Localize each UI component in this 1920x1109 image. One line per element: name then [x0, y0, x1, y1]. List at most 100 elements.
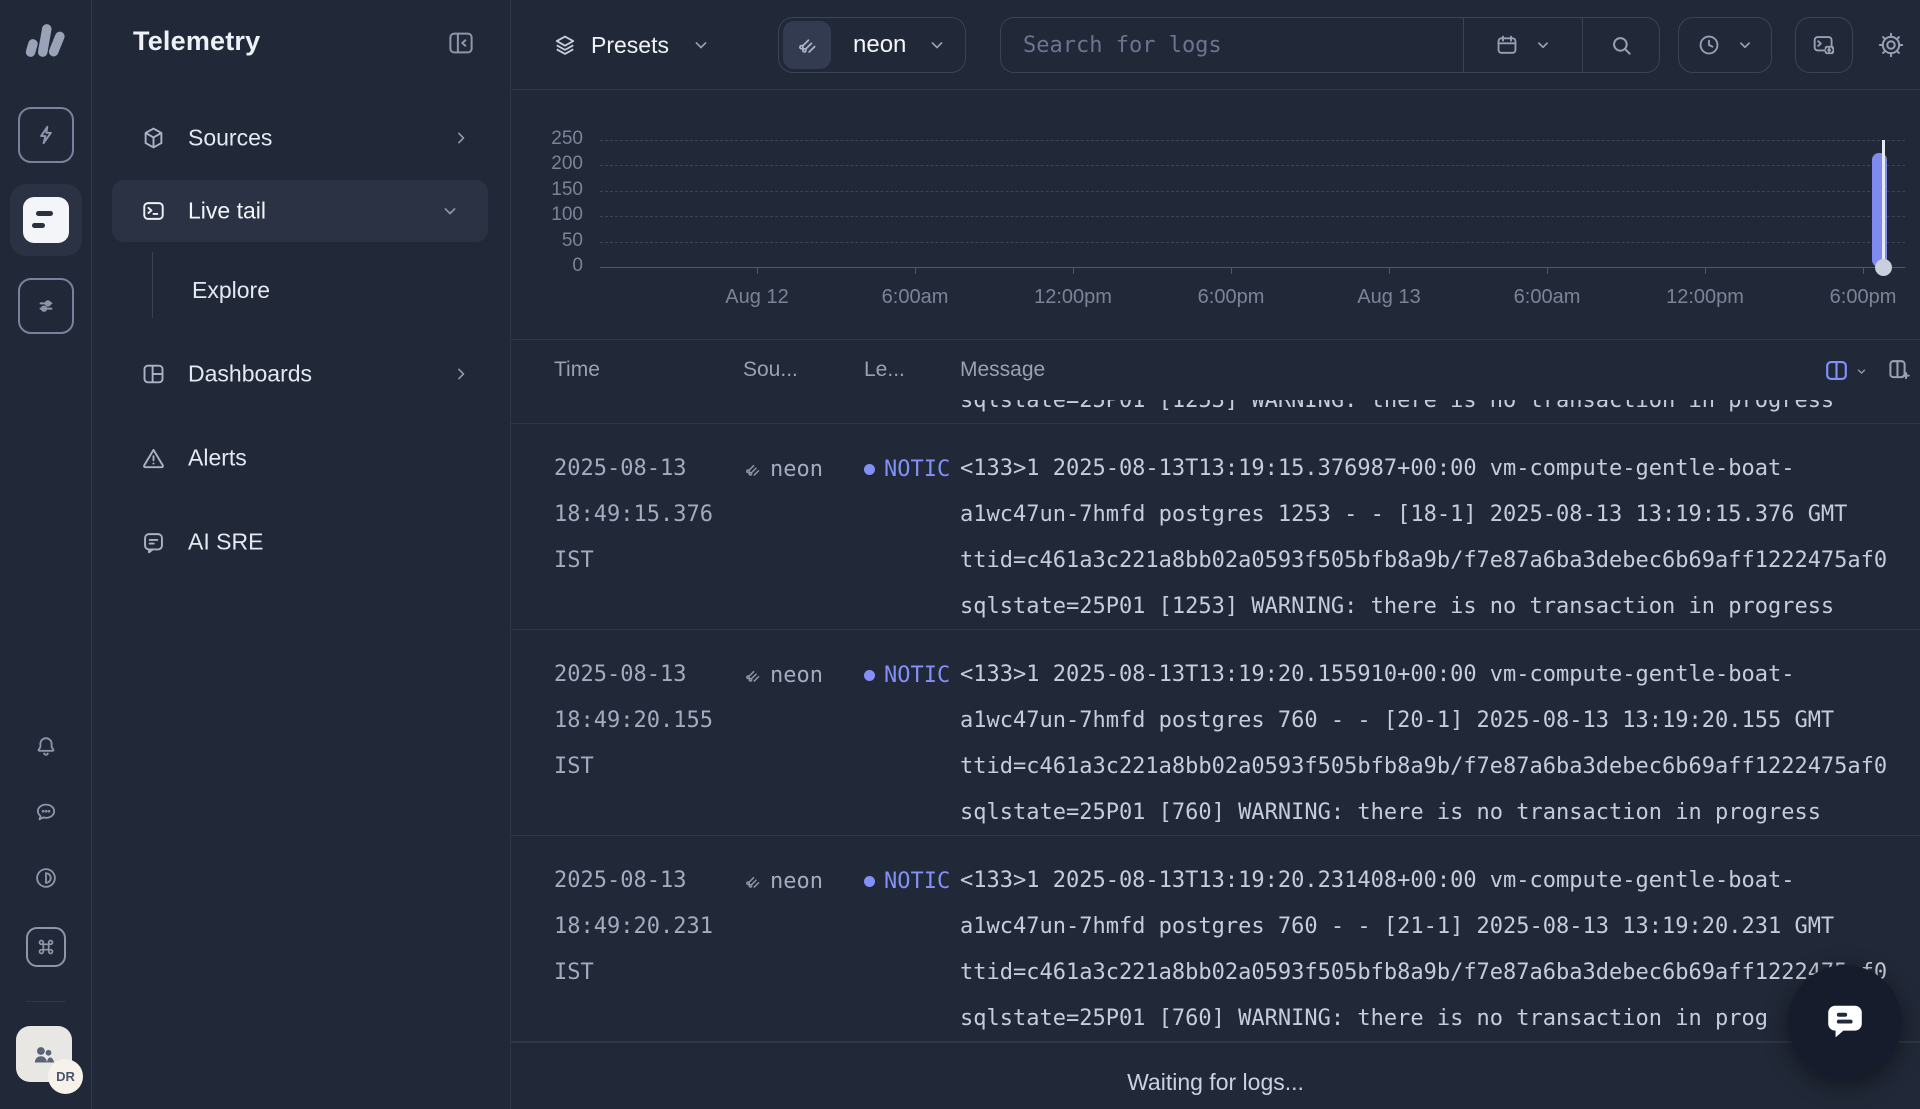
log-message-cell: <133>1 2025-08-13T13:19:20.155910+00:00 …	[960, 652, 1920, 836]
sidebar-item-alerts[interactable]: Alerts	[92, 428, 511, 488]
log-table-header: Time Sou... Le... Message	[511, 340, 1920, 400]
log-row[interactable]: 2025-08-13 18:49:20.155 IST neon NOTIC <…	[511, 630, 1920, 836]
x-axis-tick	[757, 267, 758, 274]
sidebar-item-sources[interactable]: Sources	[92, 108, 511, 168]
main-content: Presets neon	[511, 0, 1920, 1109]
message-lines-icon	[140, 529, 167, 556]
add-column-icon[interactable]	[1885, 356, 1912, 383]
contrast-icon[interactable]	[33, 865, 59, 891]
x-axis-tick	[1863, 267, 1864, 274]
log-time-zone: IST	[554, 950, 740, 996]
log-row-clipped[interactable]: sqlstate=25P01 [1253] WARNING: there is …	[511, 400, 1920, 424]
log-message-line: sqlstate=25P01 [760] WARNING: there is n…	[960, 790, 1920, 836]
query-mode-button[interactable]	[1795, 17, 1853, 73]
help-chat-button[interactable]	[1788, 965, 1902, 1079]
search-input[interactable]	[1001, 18, 1463, 72]
log-level-label: NOTIC	[884, 457, 950, 482]
y-axis-tick-label: 100	[511, 204, 583, 226]
log-level-cell: NOTIC	[864, 652, 950, 698]
log-level-label: NOTIC	[884, 869, 950, 894]
log-source-cell: neon	[743, 858, 823, 904]
log-source-name: neon	[770, 663, 823, 688]
avatar-initials-badge[interactable]: DR	[48, 1059, 83, 1094]
date-range-button[interactable]	[1464, 18, 1582, 72]
lightning-icon	[33, 122, 59, 148]
log-time-cell: 2025-08-13 18:49:20.155 IST	[554, 652, 740, 790]
logs-pile-icon	[743, 666, 762, 685]
x-axis-tick	[915, 267, 916, 274]
log-table-body: 2025-08-13 18:49:15.376 IST neon NOTIC <…	[511, 424, 1920, 1042]
sidebar-item-ai-sre[interactable]: AI SRE	[92, 512, 511, 572]
live-scrubber-handle[interactable]	[1875, 259, 1892, 276]
time-range-button[interactable]	[1678, 17, 1772, 73]
source-filter-dropdown[interactable]: neon	[778, 17, 966, 73]
rail-quick-actions-button[interactable]	[18, 107, 74, 163]
sidebar-item-explore[interactable]: Explore	[192, 262, 270, 318]
column-header-level: Le...	[864, 340, 905, 400]
logs-pile-icon	[795, 33, 819, 57]
subnav-guide-line	[152, 252, 153, 318]
sidebar-item-dashboards[interactable]: Dashboards	[92, 344, 511, 404]
chevron-down-icon	[927, 35, 947, 55]
collapse-sidebar-icon[interactable]	[446, 28, 476, 58]
chevron-right-icon	[451, 364, 471, 384]
log-time-clock: 18:49:20.155	[554, 698, 740, 744]
x-axis-tick-label: 6:00am	[855, 286, 975, 309]
x-axis-tick-label: Aug 12	[697, 286, 817, 309]
log-message-clipped: sqlstate=25P01 [1253] WARNING: there is …	[960, 400, 1834, 424]
presets-dropdown[interactable]: Presets	[552, 0, 711, 90]
y-axis-tick-label: 250	[511, 128, 583, 150]
waiting-status: Waiting for logs...	[511, 1042, 1920, 1109]
log-message-line: ttid=c461a3c221a8bb02a0593f505bfb8a9b/f7…	[960, 950, 1920, 996]
cube-icon	[140, 125, 167, 152]
chat-dots-icon[interactable]	[33, 799, 59, 825]
alert-triangle-icon	[140, 445, 167, 472]
chat-bubble-icon	[1819, 996, 1871, 1048]
log-message-line: a1wc47un-7hmfd postgres 760 - - [20-1] 2…	[960, 698, 1920, 744]
topbar: Presets neon	[511, 0, 1920, 90]
sidebar-item-live-tail-active[interactable]: Live tail	[112, 180, 488, 242]
chevron-down-icon	[691, 35, 711, 55]
chevron-down-icon	[440, 201, 460, 221]
column-header-time: Time	[554, 340, 600, 400]
logs-icon	[23, 197, 69, 243]
log-row[interactable]: 2025-08-13 18:49:15.376 IST neon NOTIC <…	[511, 424, 1920, 630]
rail-shortcuts-button[interactable]	[26, 927, 66, 967]
chevron-down-icon[interactable]	[1855, 365, 1868, 378]
rail-controls-button[interactable]	[18, 278, 74, 334]
layers-icon	[552, 32, 578, 58]
gridline	[600, 242, 1905, 243]
rail-logs-button-active[interactable]	[10, 184, 82, 256]
x-axis-tick-label: 6:00pm	[1803, 286, 1920, 309]
settings-gear-icon[interactable]	[1877, 31, 1905, 59]
chart-bar-latest[interactable]	[1872, 153, 1887, 267]
logs-pile-icon	[743, 460, 762, 479]
search-icon	[1608, 32, 1635, 59]
log-source-name: neon	[770, 869, 823, 894]
log-message-line: <133>1 2025-08-13T13:19:20.231408+00:00 …	[960, 858, 1920, 904]
search-group	[1000, 17, 1660, 73]
level-dot-icon	[864, 876, 875, 887]
level-dot-icon	[864, 670, 875, 681]
bell-icon[interactable]	[33, 733, 59, 759]
command-icon	[34, 935, 58, 959]
log-row[interactable]: 2025-08-13 18:49:20.231 IST neon NOTIC <…	[511, 836, 1920, 1042]
search-submit-button[interactable]	[1583, 18, 1659, 72]
log-message-line: sqlstate=25P01 [1253] WARNING: there is …	[960, 584, 1920, 630]
x-axis-tick	[1073, 267, 1074, 274]
log-time-date: 2025-08-13	[554, 858, 740, 904]
log-message-cell: <133>1 2025-08-13T13:19:15.376987+00:00 …	[960, 446, 1920, 630]
x-axis-tick	[1547, 267, 1548, 274]
live-scrubber-line[interactable]	[1882, 140, 1885, 267]
logs-pile-icon	[743, 872, 762, 891]
x-axis-tick-label: 6:00am	[1487, 286, 1607, 309]
calendar-icon	[1494, 32, 1520, 58]
chevron-down-icon	[1534, 36, 1552, 54]
log-volume-chart: 250200150100500Aug 126:00am12:00pm6:00pm…	[511, 90, 1920, 340]
log-source-name: neon	[770, 457, 823, 482]
middleware-logo-icon	[22, 15, 70, 61]
columns-layout-icon[interactable]	[1822, 356, 1851, 385]
sliders-icon	[33, 293, 59, 319]
log-message-line: a1wc47un-7hmfd postgres 1253 - - [18-1] …	[960, 492, 1920, 538]
log-time-cell: 2025-08-13 18:49:20.231 IST	[554, 858, 740, 996]
